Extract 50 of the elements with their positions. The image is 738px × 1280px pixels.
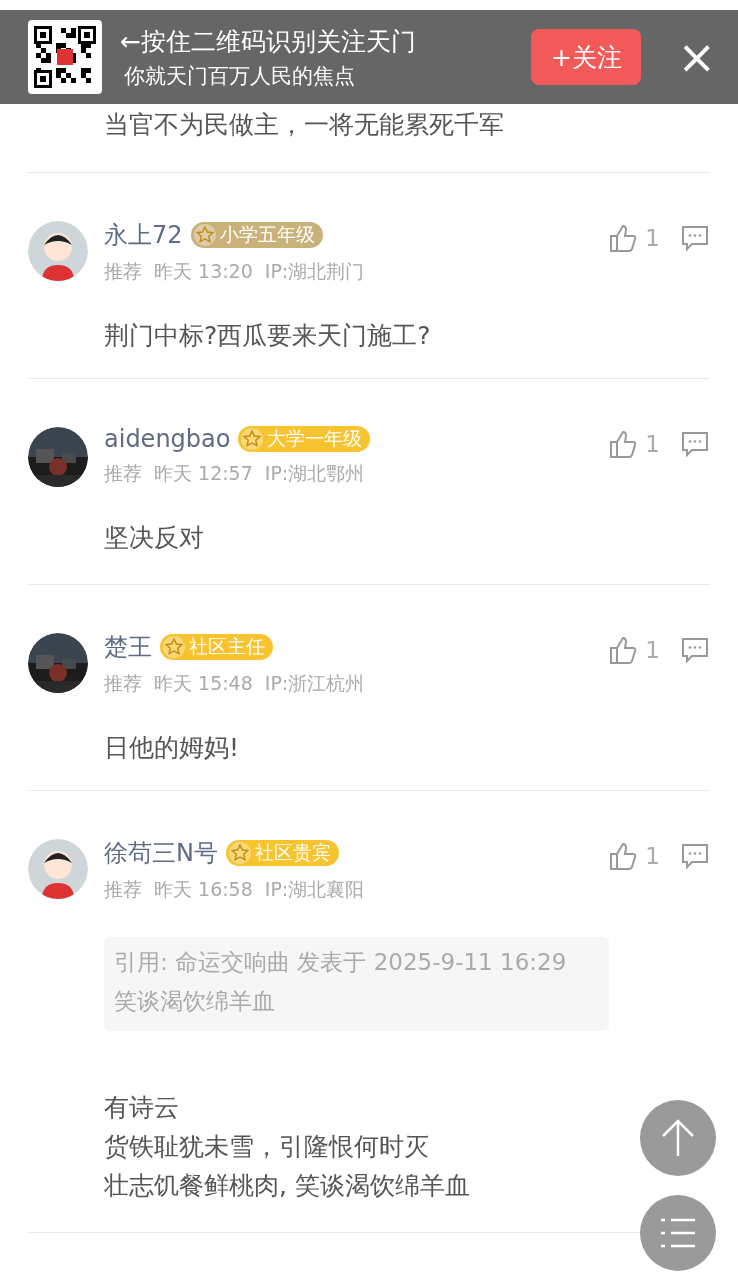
- avatar-icon[interactable]: [28, 839, 88, 899]
- username[interactable]: aidengbao: [104, 425, 231, 453]
- arrow-up-icon: [660, 1118, 696, 1158]
- comment-line: 有诗云: [104, 1092, 180, 1124]
- source-label: 推荐: [104, 259, 142, 284]
- level-badge: 社区贵宾: [225, 840, 339, 866]
- source-label: 推荐: [104, 461, 142, 486]
- comment-icon[interactable]: [680, 223, 710, 253]
- avatar-icon[interactable]: [28, 221, 88, 281]
- follow-button[interactable]: +关注: [531, 29, 642, 85]
- post-time: 昨天 15:48: [154, 671, 253, 696]
- username[interactable]: 永上72: [104, 219, 183, 251]
- level-badge: 社区主任: [160, 634, 273, 660]
- username[interactable]: 徐苟三N号: [104, 837, 218, 869]
- quote-text: 笑谈渴饮绵羊血: [114, 987, 276, 1016]
- source-label: 推荐: [104, 671, 142, 696]
- comment-line: 货铁耻犹未雪，引隆恨何时灭: [104, 1131, 430, 1163]
- comment-line: 壮志饥餐鲜桃肉, 笑谈渴饮绵羊血: [104, 1170, 471, 1202]
- thumbs-up-icon[interactable]: [609, 635, 638, 665]
- banner-title: ←按住二维码识别关注天门: [120, 25, 417, 58]
- ip-location: IP:浙江杭州: [264, 671, 365, 696]
- comment-icon[interactable]: [680, 841, 710, 871]
- quote-header: 引用: 命运交响曲 发表于 2025-9-11 16:29: [114, 948, 568, 977]
- comment-icon[interactable]: [680, 635, 710, 665]
- level-badge: 小学五年级: [190, 222, 323, 248]
- comment-icon[interactable]: [680, 429, 710, 459]
- like-count: 1: [645, 431, 660, 457]
- source-label: 推荐: [104, 877, 142, 902]
- comment-text: 荆门中标?西瓜要来天门施工?: [104, 320, 432, 352]
- thumbs-up-icon[interactable]: [609, 223, 638, 253]
- close-button[interactable]: ×: [673, 34, 720, 80]
- username[interactable]: 楚王: [104, 631, 152, 663]
- post-time: 昨天 12:57: [154, 461, 253, 486]
- comment-text: 当官不为民做主，一将无能累死千军: [103, 109, 505, 141]
- comment-text: 坚决反对: [104, 522, 205, 554]
- post-time: 昨天 13:20: [154, 259, 253, 284]
- ip-location: IP:湖北鄂州: [264, 461, 365, 486]
- post-time: 昨天 16:58: [154, 877, 253, 902]
- ip-location: IP:湖北襄阳: [264, 877, 365, 902]
- list-icon: [659, 1216, 697, 1250]
- like-count: 1: [645, 637, 660, 663]
- banner-subtitle: 你就天门百万人民的焦点: [124, 62, 356, 90]
- like-count: 1: [645, 225, 660, 251]
- thumbs-up-icon[interactable]: [609, 429, 638, 459]
- level-badge: 大学一年级: [238, 426, 371, 452]
- qr-code-icon: [28, 20, 102, 94]
- like-count: 1: [645, 843, 660, 869]
- thumbs-up-icon[interactable]: [609, 841, 638, 871]
- ip-location: IP:湖北荆门: [264, 259, 365, 284]
- comment-text: 日他的姆妈!: [104, 732, 241, 764]
